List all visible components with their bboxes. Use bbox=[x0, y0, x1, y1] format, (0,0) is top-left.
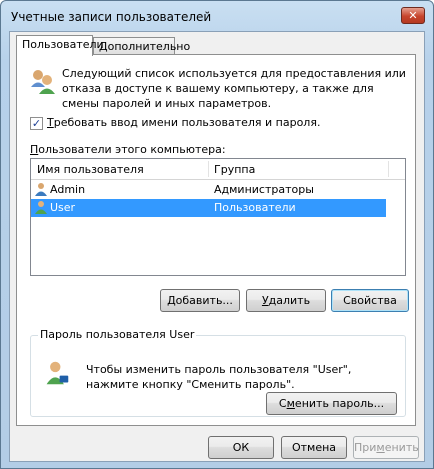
add-button-accel: Д bbox=[167, 294, 176, 307]
user-row-user[interactable]: User Пользователи bbox=[31, 199, 386, 217]
change-password-prefix: С bbox=[278, 397, 287, 410]
user-icon bbox=[35, 201, 47, 214]
change-password-label: енить пароль... bbox=[294, 397, 385, 410]
users-icon bbox=[31, 70, 55, 94]
user-name: Admin bbox=[50, 183, 86, 196]
tab-panel-users: Следующий список используется для предос… bbox=[16, 54, 416, 426]
password-group-legend: Пароль пользователя User bbox=[38, 328, 197, 341]
require-password-accel: Т bbox=[47, 116, 54, 129]
intro-text: Следующий список используется для предос… bbox=[62, 67, 406, 110]
require-password-label[interactable]: Требовать ввод имени пользователя и паро… bbox=[47, 116, 320, 129]
ok-button[interactable]: ОК bbox=[208, 436, 274, 459]
user-group: Пользователи bbox=[214, 201, 296, 214]
remove-button-label: далить bbox=[268, 294, 311, 307]
tab-users[interactable]: Пользователи bbox=[16, 35, 104, 56]
users-list[interactable]: Имя пользователя Группа Admin Администра… bbox=[30, 158, 406, 276]
user-icon bbox=[35, 183, 47, 196]
cancel-button[interactable]: Отмена bbox=[281, 436, 347, 459]
remove-button-accel: У bbox=[261, 294, 269, 307]
apply-button[interactable]: Применить bbox=[353, 436, 419, 459]
dialog-client-area: Пользователи Дополнительно Следующий спи… bbox=[9, 31, 425, 462]
user-password-icon bbox=[46, 361, 69, 385]
user-row-admin[interactable]: Admin Администраторы bbox=[31, 181, 386, 199]
properties-button[interactable]: Свойства bbox=[331, 289, 409, 312]
title-bar[interactable]: Учетные записи пользователей ✕ bbox=[1, 1, 433, 31]
dialog-window: Учетные записи пользователей ✕ Пользоват… bbox=[0, 0, 434, 469]
column-header-group[interactable]: Группа bbox=[214, 163, 255, 176]
user-name: User bbox=[50, 201, 76, 214]
column-header-username[interactable]: Имя пользователя bbox=[37, 163, 144, 176]
close-button[interactable]: ✕ bbox=[401, 7, 425, 24]
users-list-header: Имя пользователя Группа bbox=[31, 159, 405, 180]
tab-users-label: Пользователи bbox=[22, 38, 104, 51]
change-password-accel: м bbox=[286, 397, 295, 410]
add-button-label: обавить... bbox=[175, 294, 233, 307]
apply-accel: м bbox=[376, 441, 385, 454]
change-password-button[interactable]: Сменить пароль... bbox=[266, 392, 397, 415]
password-group-text: Чтобы изменить пароль пользователя "User… bbox=[86, 363, 352, 391]
apply-prefix: При bbox=[354, 441, 377, 454]
users-list-label: Пользователи этого компьютера: bbox=[30, 143, 226, 156]
tab-advanced-label: Дополнительно bbox=[99, 40, 191, 53]
password-groupbox: Пароль пользователя User Чтобы изменить … bbox=[30, 328, 406, 417]
remove-user-button[interactable]: Удалить bbox=[246, 289, 326, 312]
apply-label: енить bbox=[384, 441, 419, 454]
require-password-checkbox[interactable]: ✓ bbox=[30, 117, 43, 130]
user-group: Администраторы bbox=[214, 183, 314, 196]
users-list-label-text: ользователи этого компьютера: bbox=[38, 143, 226, 156]
require-password-label-text: ребовать ввод имени пользователя и парол… bbox=[53, 116, 321, 129]
column-separator[interactable] bbox=[208, 161, 209, 177]
column-separator[interactable] bbox=[388, 161, 389, 177]
window-title: Учетные записи пользователей bbox=[11, 10, 212, 24]
add-user-button[interactable]: Добавить... bbox=[160, 289, 240, 312]
